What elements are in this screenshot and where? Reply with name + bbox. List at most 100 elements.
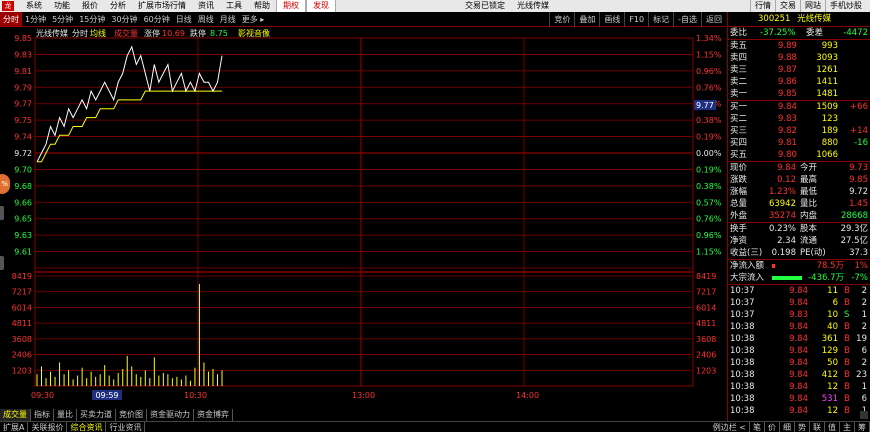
indicator-tab[interactable]: 资金博弈 (194, 409, 233, 421)
pct-axis-label: 0.38% (696, 182, 722, 191)
menu-item[interactable]: 资讯 (192, 0, 220, 12)
tick-row[interactable]: 10:37 9.83 10 S 1 (728, 309, 870, 321)
top-link[interactable]: 行情 (750, 0, 775, 12)
top-link[interactable]: 交易 (775, 0, 800, 12)
tool-button[interactable]: 标记 (648, 12, 673, 27)
sidebar-tab[interactable]: 联 (810, 422, 825, 432)
tick-row[interactable]: 10:38 9.84 361 B 19 (728, 333, 870, 345)
asks-label: 卖四 (730, 53, 748, 63)
indicator-tab[interactable]: 指标 (31, 409, 54, 421)
scroll-down-button[interactable] (860, 411, 868, 419)
indicator-tab[interactable]: 买卖力道 (77, 409, 116, 421)
footer-tab[interactable]: 综合资讯 (67, 422, 107, 432)
tick-row[interactable]: 10:389.8412B1 (728, 405, 870, 417)
indicator-tab[interactable]: 成交量 (0, 409, 31, 421)
menu-item[interactable]: 报价 (76, 0, 104, 12)
tick-list[interactable]: 10:37 9.84 11 B 2 10:37 9.84 6 B 2 10:37 9.83 10 S 1 10… (728, 284, 870, 417)
asks-price: 9.88 (778, 53, 797, 63)
stat-row: 涨跌 0.12 最高 9.85 (728, 174, 870, 186)
stat-value: 9.72 (849, 187, 868, 197)
bids-change: -16 (854, 138, 868, 148)
indicator-tab[interactable]: 量比 (54, 409, 77, 421)
menu-item[interactable]: 系统 (20, 0, 48, 12)
sidebar-tab[interactable]: 细 (780, 422, 795, 432)
period-tab[interactable]: 60分钟 (141, 12, 173, 27)
asks-volume: 993 (821, 41, 838, 51)
menu-item[interactable]: 期权 (276, 0, 306, 12)
flow-row: 净流入额 78.5万 1% (728, 260, 870, 272)
chart-canvas[interactable]: 9.85 9.83 9.81 9.79 9.77 9.75 9.74 9.72 9.70 9.68… (0, 28, 726, 409)
tick-time: 10:38 (730, 394, 755, 404)
period-tab[interactable]: 1分钟 (22, 12, 49, 27)
footer-tab[interactable]: 扩展A (0, 422, 29, 432)
stat-value: 29.3亿 (840, 224, 868, 234)
tool-button[interactable]: 画线 (599, 12, 624, 27)
period-tab[interactable]: 日线 (173, 12, 195, 27)
tool-button[interactable]: 竞价 (549, 12, 574, 27)
intraday-chart[interactable]: 9.85 9.83 9.81 9.79 9.77 9.75 9.74 9.72 9.70 9.68… (0, 28, 726, 409)
price-axis-label: 9.66 (14, 198, 32, 207)
tick-time: 10:38 (730, 382, 755, 392)
stat-value: 27.5亿 (840, 236, 868, 246)
tool-button[interactable]: F10 (624, 12, 648, 27)
indicator-tabs: 成交量 指标 量比 买卖力道 竞价图 资金驱动力 资金博弈 (0, 409, 726, 421)
sidebar-tab[interactable]: 值 (825, 422, 840, 432)
period-tab[interactable]: 30分钟 (108, 12, 140, 27)
sidebar-tab[interactable]: 例边栏 < (710, 422, 750, 432)
bids-row: 买五 9.80 1066 (728, 149, 870, 161)
tick-volume: 11 (827, 286, 838, 296)
tick-count: 2 (861, 298, 867, 308)
side-handle-top[interactable] (0, 206, 4, 220)
period-tab[interactable]: 月线 (217, 12, 239, 27)
bids-label: 买二 (730, 114, 748, 124)
sidebar-tab[interactable]: 价 (765, 422, 780, 432)
quote-panel: 300251 光线传媒 委比 -37.25% 委差 -4472 卖五 9.89 99… (727, 12, 870, 421)
indicator-tab[interactable]: 竞价图 (116, 409, 147, 421)
period-tab[interactable]: 更多 ▸ (239, 12, 268, 27)
menu-item[interactable]: 帮助 (248, 0, 276, 12)
tick-volume: 12 (827, 406, 838, 416)
pct-axis-label: 0.00% (696, 149, 722, 158)
tick-count: 2 (861, 358, 867, 368)
asks-label: 卖五 (730, 41, 748, 51)
top-link[interactable]: 手机炒股 (825, 0, 866, 12)
indicator-tab[interactable]: 资金驱动力 (147, 409, 194, 421)
tick-row[interactable]: 10:38 9.84 129 B 6 (728, 345, 870, 357)
stat-value: 0.198 (771, 248, 796, 258)
tick-row[interactable]: 10:38 9.84 531 B 6 (728, 393, 870, 405)
footer-tab[interactable]: 行业资讯 (106, 422, 146, 432)
tool-button[interactable]: 叠加 (574, 12, 599, 27)
period-tab[interactable]: 15分钟 (76, 12, 108, 27)
tick-row[interactable]: 10:38 9.84 412 B 23 (728, 369, 870, 381)
tick-row[interactable]: 10:37 9.84 6 B 2 (728, 297, 870, 309)
asks-label: 卖二 (730, 77, 748, 87)
sidebar-tab[interactable]: 筹 (855, 422, 870, 432)
tick-row[interactable]: 10:37 9.84 11 B 2 (728, 285, 870, 297)
tick-flag: S (844, 310, 850, 320)
tick-row[interactable]: 10:389.8412B1 (728, 381, 870, 393)
tick-time: 10:38 (730, 322, 755, 332)
menu-item[interactable]: 发现 (306, 0, 336, 12)
bids-label: 买三 (730, 126, 748, 136)
weibi-row: 委比 -37.25% 委差 -4472 (728, 27, 870, 39)
period-tab[interactable]: 周线 (195, 12, 217, 27)
sidebar-tab[interactable]: 势 (795, 422, 810, 432)
tool-button[interactable]: -自选 (673, 12, 701, 27)
side-handle-bottom[interactable] (0, 256, 4, 270)
period-tab[interactable]: 5分钟 (49, 12, 76, 27)
period-tab[interactable]: 分时 (0, 12, 22, 27)
sidebar-tab[interactable]: 主 (840, 422, 855, 432)
menu-item[interactable]: 功能 (48, 0, 76, 12)
top-link[interactable]: 网站 (800, 0, 825, 12)
menu-item[interactable]: 扩展市场行情 (132, 0, 192, 12)
tool-button[interactable]: 返回 (701, 12, 726, 27)
weicha-value: -4472 (843, 28, 868, 38)
tick-row[interactable]: 10:38 9.84 50 B 2 (728, 357, 870, 369)
menu-item[interactable]: 工具 (220, 0, 248, 12)
tick-row[interactable]: 10:38 9.84 40 B 2 (728, 321, 870, 333)
menu-item[interactable]: 分析 (104, 0, 132, 12)
asks-price: 9.87 (778, 65, 797, 75)
sidebar-tab[interactable]: 笔 (750, 422, 765, 432)
footer-tab[interactable]: 关联报价 (28, 422, 68, 432)
tick-count: 2 (861, 322, 867, 332)
